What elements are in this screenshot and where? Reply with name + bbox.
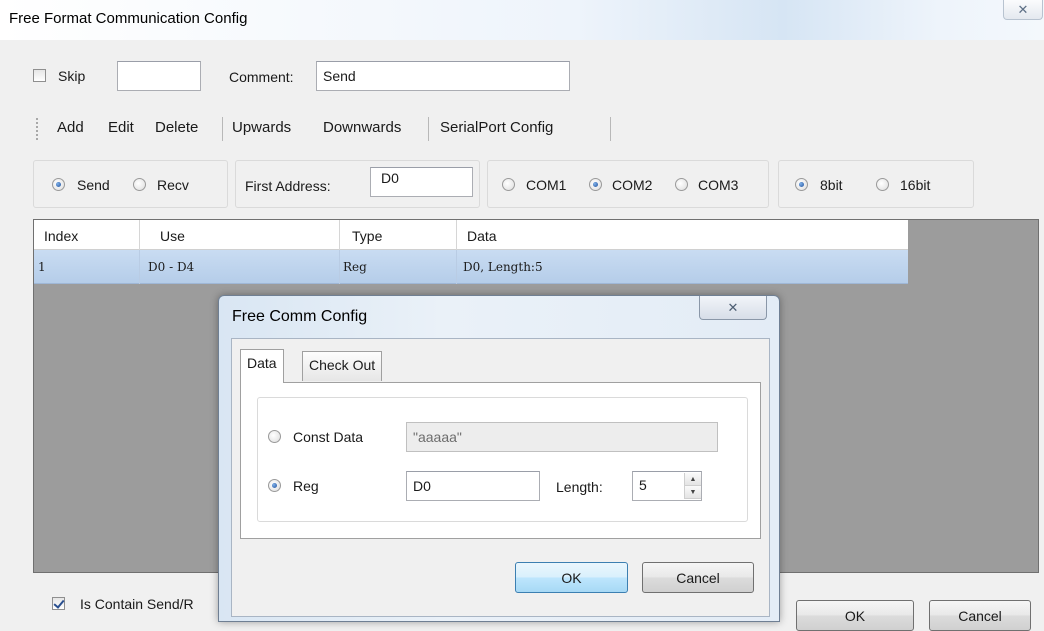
16bit-label: 16bit — [900, 177, 931, 193]
length-stepper[interactable]: 5 ▲ ▼ — [632, 471, 702, 501]
main-cancel-button[interactable]: Cancel — [929, 600, 1031, 631]
table-row[interactable]: 1 D0 - D4 Reg D0, Length:5 — [34, 250, 908, 284]
data-group: Const Data "aaaaa" Reg D0 Length: 5 ▲ ▼ — [257, 397, 748, 522]
8bit-radio[interactable] — [795, 178, 808, 191]
toolbar-separator — [428, 117, 429, 141]
tab-check-out[interactable]: Check Out — [302, 351, 383, 381]
close-icon: ✕ — [1017, 1, 1029, 17]
recv-radio[interactable] — [133, 178, 146, 191]
add-button[interactable]: Add — [57, 119, 84, 136]
dialog-close-button[interactable]: ✕ — [699, 296, 767, 320]
table-header: Index Use Type Data — [34, 220, 908, 250]
first-address-label: First Address: — [245, 178, 331, 194]
cell-type: Reg — [340, 250, 457, 284]
close-icon: ✕ — [727, 299, 739, 315]
16bit-radio[interactable] — [876, 178, 889, 191]
const-data-radio[interactable] — [268, 430, 281, 443]
contain-checkbox[interactable] — [52, 597, 65, 610]
send-radio[interactable] — [52, 178, 65, 191]
com3-label: COM3 — [698, 177, 739, 193]
toolbar-separator — [610, 117, 611, 141]
tab-data[interactable]: Data — [240, 349, 284, 383]
contain-label: Is Contain Send/R — [80, 596, 194, 612]
header-type[interactable]: Type — [340, 220, 457, 250]
upwards-button[interactable]: Upwards — [232, 119, 291, 136]
spin-down-icon[interactable]: ▼ — [685, 486, 701, 499]
reg-field[interactable]: D0 — [406, 471, 540, 501]
skip-count-field[interactable] — [117, 61, 201, 91]
length-value: 5 — [639, 477, 647, 493]
comment-label: Comment: — [229, 69, 294, 85]
const-data-field[interactable]: "aaaaa" — [406, 422, 718, 452]
com3-radio[interactable] — [675, 178, 688, 191]
edit-button[interactable]: Edit — [108, 119, 134, 136]
dialog-title: Free Comm Config — [232, 308, 368, 325]
recv-label: Recv — [157, 177, 189, 193]
comment-field[interactable]: Send — [316, 61, 570, 91]
send-label: Send — [77, 177, 110, 193]
cell-use: D0 - D4 — [140, 250, 340, 284]
cell-index: 1 — [34, 250, 140, 284]
const-data-label: Const Data — [293, 429, 364, 445]
length-spin-buttons[interactable]: ▲ ▼ — [684, 473, 701, 499]
com2-label: COM2 — [612, 177, 653, 193]
skip-checkbox[interactable] — [33, 69, 46, 82]
com1-label: COM1 — [526, 177, 567, 193]
toolbar-grip — [36, 118, 38, 140]
com2-radio[interactable] — [589, 178, 602, 191]
toolbar: Add Edit Delete Upwards Downwards Serial… — [26, 107, 626, 145]
length-label: Length: — [556, 479, 603, 495]
header-index[interactable]: Index — [34, 220, 140, 250]
free-comm-config-dialog: Free Comm Config ✕ Data Check Out Const … — [218, 295, 780, 622]
dialog-cancel-button[interactable]: Cancel — [642, 562, 754, 593]
header-data[interactable]: Data — [457, 220, 908, 250]
8bit-label: 8bit — [820, 177, 843, 193]
reg-radio[interactable] — [268, 479, 281, 492]
delete-button[interactable]: Delete — [155, 119, 198, 136]
dialog-ok-button[interactable]: OK — [515, 562, 628, 593]
com1-radio[interactable] — [502, 178, 515, 191]
window-title: Free Format Communication Config — [9, 10, 248, 27]
cell-data: D0, Length:5 — [463, 260, 543, 274]
downwards-button[interactable]: Downwards — [323, 119, 401, 136]
window-close-button[interactable]: ✕ — [1003, 0, 1043, 20]
reg-label: Reg — [293, 478, 319, 494]
first-address-field[interactable]: D0 — [370, 167, 473, 197]
dialog-body: Data Check Out Const Data "aaaaa" Reg D0… — [231, 338, 770, 617]
tab-panel: Const Data "aaaaa" Reg D0 Length: 5 ▲ ▼ — [240, 382, 761, 539]
toolbar-separator — [222, 117, 223, 141]
skip-label: Skip — [58, 68, 86, 84]
serialport-config-button[interactable]: SerialPort Config — [440, 119, 553, 136]
title-bar: Free Format Communication Config ✕ — [0, 0, 1044, 40]
spin-up-icon[interactable]: ▲ — [685, 473, 701, 486]
main-ok-button[interactable]: OK — [796, 600, 914, 631]
header-use[interactable]: Use — [140, 220, 340, 250]
